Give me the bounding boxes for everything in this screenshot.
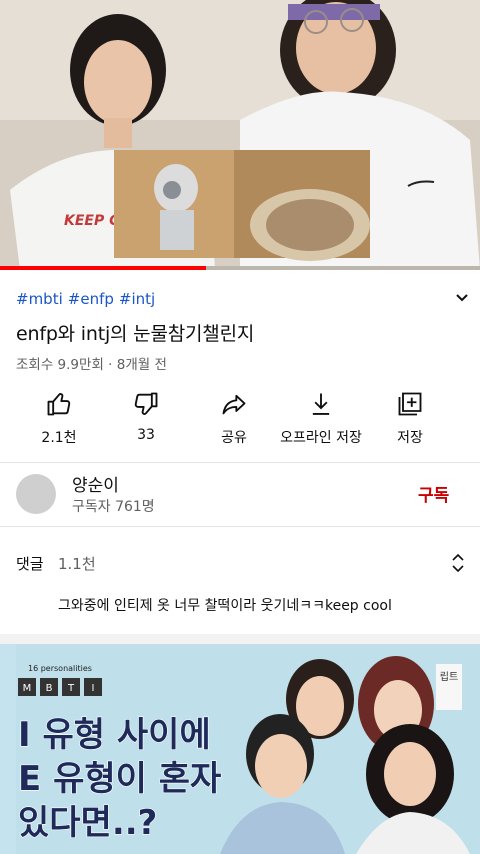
thumb-headline-line: E 유형이 혼자 — [18, 759, 221, 799]
next-video-thumbnail[interactable]: 16 personalities M B T I 립트 I 유형 사이에 E 유… — [0, 644, 480, 854]
like-count: 2.1천 — [41, 430, 77, 446]
channel-name[interactable]: 양순이 — [72, 471, 119, 496]
share-icon — [222, 394, 246, 415]
chevron-down-icon[interactable] — [452, 288, 472, 308]
share-button[interactable]: 공유 — [186, 390, 282, 447]
offline-save-label: 오프라인 저장 — [280, 430, 362, 446]
like-button[interactable]: 2.1천 — [11, 390, 107, 447]
progress-bar-fill — [0, 266, 207, 270]
share-label: 공유 — [221, 430, 247, 446]
hashtags: #mbti #enfp #intj — [16, 290, 160, 308]
subscribe-button[interactable]: 구독 — [418, 481, 449, 506]
like-icon — [47, 393, 71, 416]
svg-text:KEEP C: KEEP C — [64, 213, 120, 229]
video-player[interactable]: KEEP C — [0, 0, 480, 270]
offline-save-button[interactable]: 오프라인 저장 — [273, 390, 369, 447]
thumb-headline-line: 있다면..? — [18, 803, 157, 843]
divider — [0, 526, 480, 527]
section-separator — [0, 634, 480, 644]
top-comment[interactable]: 그와중에 인티제 옷 너무 찰떡이라 웃기네ㅋㅋkeep cool — [58, 595, 392, 615]
thumb-headline-line: I 유형 사이에 — [18, 715, 211, 755]
dislike-count: 33 — [137, 427, 155, 443]
mbti-letter: I — [92, 683, 95, 694]
expand-collapse-icon[interactable] — [450, 552, 466, 574]
channel-avatar[interactable] — [16, 474, 56, 514]
save-to-playlist-button[interactable]: 저장 — [362, 390, 458, 447]
corner-badge: 립트 — [440, 670, 458, 683]
save-label: 저장 — [397, 430, 423, 446]
download-icon — [312, 393, 330, 415]
thumb-tag: 16 personalities — [28, 664, 92, 673]
video-frame: KEEP C — [0, 0, 480, 270]
divider — [0, 462, 480, 463]
video-title: enfp와 intj의 눈물참기챌린지 — [16, 323, 255, 345]
mbti-letter: T — [67, 683, 75, 694]
dislike-button[interactable]: 33 — [98, 390, 194, 443]
comments-count: 1.1천 — [58, 555, 96, 573]
hashtag-link[interactable]: #intj — [119, 290, 155, 308]
hashtag-link[interactable]: #mbti — [16, 290, 63, 308]
video-stats: 조회수 9.9만회 · 8개월 전 — [16, 357, 167, 373]
dislike-icon — [134, 392, 158, 415]
mbti-letter: B — [46, 683, 53, 694]
mbti-letter: M — [23, 683, 32, 694]
comments-heading[interactable]: 댓글 — [16, 553, 44, 574]
add-to-playlist-icon — [398, 392, 422, 416]
subscriber-count: 구독자 761명 — [72, 499, 155, 515]
hashtag-link[interactable]: #enfp — [68, 290, 114, 308]
